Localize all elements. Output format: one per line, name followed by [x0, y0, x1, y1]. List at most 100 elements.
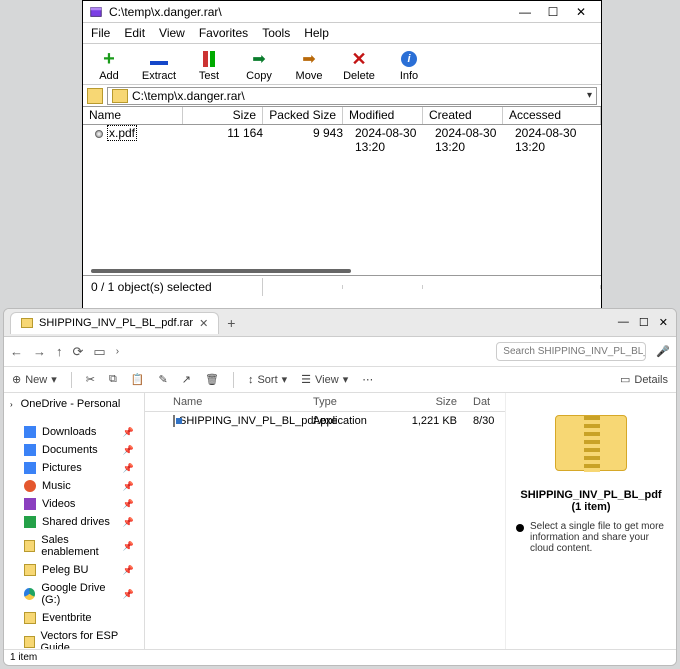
path-text: C:\temp\x.danger.rar\ — [132, 89, 245, 103]
file-size: 1,221 KB — [395, 412, 465, 430]
view-button[interactable]: ☰ View ▾ — [301, 373, 348, 386]
minimize-button[interactable]: — — [618, 316, 629, 329]
minimize-button[interactable]: — — [511, 5, 539, 19]
close-button[interactable]: ✕ — [567, 5, 595, 19]
col-type[interactable]: Type — [305, 393, 395, 411]
col-name[interactable]: Name — [165, 393, 305, 411]
test-icon — [198, 48, 220, 70]
file-row[interactable]: SHIPPING_INV_PL_BL_pdf.exe Application 1… — [145, 412, 505, 430]
chevron-right-icon: › — [10, 400, 13, 409]
menu-tools[interactable]: Tools — [262, 26, 290, 40]
details-title: SHIPPING_INV_PL_BL_pdf (1 item) — [516, 489, 666, 513]
toolbar-extract[interactable]: Extract — [139, 48, 179, 82]
menu-edit[interactable]: Edit — [124, 26, 145, 40]
google-drive-icon — [24, 588, 35, 600]
sidebar-videos[interactable]: Videos📌 — [4, 495, 144, 513]
rename-button[interactable]: ✎ — [159, 373, 168, 386]
details-message: Select a single file to get more informa… — [516, 521, 666, 554]
explorer-tab[interactable]: SHIPPING_INV_PL_BL_pdf.rar ✕ — [10, 312, 219, 334]
col-accessed[interactable]: Accessed — [503, 107, 601, 124]
up-folder-button[interactable] — [87, 88, 103, 104]
col-size[interactable]: Size — [183, 107, 263, 124]
col-packed-size[interactable]: Packed Size — [263, 107, 343, 124]
status-selection: 0 / 1 object(s) selected — [83, 278, 263, 296]
menu-help[interactable]: Help — [304, 26, 329, 40]
col-date[interactable]: Dat — [465, 393, 505, 411]
shared-drive-icon — [24, 516, 36, 528]
file-list[interactable]: x.pdf 11 164 9 943 2024-08-30 13:20 2024… — [83, 125, 601, 275]
chevron-right-icon[interactable]: › — [116, 346, 119, 357]
nav-forward-button[interactable]: → — [33, 344, 46, 359]
status-cell — [343, 285, 423, 289]
status-cell — [423, 285, 601, 289]
details-pane-button[interactable]: ▭ Details — [620, 373, 668, 386]
status-item-count: 1 item — [10, 652, 37, 663]
info-icon: i — [398, 48, 420, 70]
winrar-pathbar: C:\temp\x.danger.rar\ ▾ — [83, 85, 601, 107]
toolbar-add[interactable]: +Add — [89, 48, 129, 82]
sidebar-eventbrite[interactable]: Eventbrite — [4, 609, 144, 627]
toolbar-delete[interactable]: ✕Delete — [339, 48, 379, 82]
explorer-statusbar: 1 item — [4, 649, 676, 665]
menu-favorites[interactable]: Favorites — [199, 26, 248, 40]
sidebar-pictures[interactable]: Pictures📌 — [4, 459, 144, 477]
folder-icon — [24, 540, 35, 552]
toolbar-move[interactable]: ➡Move — [289, 48, 329, 82]
maximize-button[interactable]: ☐ — [539, 5, 567, 19]
col-size[interactable]: Size — [395, 393, 465, 411]
search-input[interactable]: Search SHIPPING_INV_PL_BL_pdf… — [496, 342, 646, 361]
chevron-down-icon[interactable]: ▾ — [587, 90, 592, 101]
horizontal-scrollbar[interactable] — [91, 269, 351, 273]
pin-icon: 📌 — [123, 427, 134, 438]
toolbar-test[interactable]: Test — [189, 48, 229, 82]
folder-icon — [112, 89, 128, 103]
sidebar-sales-enablement[interactable]: Sales enablement📌 — [4, 531, 144, 561]
col-name[interactable]: Name — [83, 107, 183, 124]
maximize-button[interactable]: ☐ — [639, 316, 649, 329]
sidebar-peleg-bu[interactable]: Peleg BU📌 — [4, 561, 144, 579]
new-button[interactable]: ⊕ New ▾ — [12, 373, 57, 386]
sidebar-documents[interactable]: Documents📌 — [4, 441, 144, 459]
file-accessed: 2024-08-30 13:20 — [509, 126, 595, 154]
path-combobox[interactable]: C:\temp\x.danger.rar\ ▾ — [107, 87, 597, 105]
toolbar-info[interactable]: iInfo — [389, 48, 429, 82]
search-voice-icon[interactable]: 🎤 — [656, 345, 670, 358]
status-cell — [263, 285, 343, 289]
file-name: x.pdf — [107, 125, 137, 141]
tab-close-icon[interactable]: ✕ — [199, 317, 208, 330]
sidebar-downloads[interactable]: Downloads📌 — [4, 423, 144, 441]
sort-button[interactable]: ↕ Sort ▾ — [248, 373, 287, 386]
toolbar-copy[interactable]: ➡Copy — [239, 48, 279, 82]
explorer-file-list[interactable]: Name Type Size Dat SHIPPING_INV_PL_BL_pd… — [145, 393, 506, 649]
col-created[interactable]: Created — [423, 107, 503, 124]
winrar-titlebar[interactable]: C:\temp\x.danger.rar\ — ☐ ✕ — [83, 1, 601, 23]
file-icon — [95, 130, 103, 138]
nav-refresh-button[interactable]: ⟳ — [73, 344, 84, 360]
delete-button[interactable]: 🗑 — [205, 373, 219, 386]
sidebar-music[interactable]: Music📌 — [4, 477, 144, 495]
nav-back-button[interactable]: ← — [10, 344, 23, 359]
copy-button[interactable]: ⧉ — [109, 373, 117, 386]
explorer-sidebar: › OneDrive - Personal Downloads📌 Documen… — [4, 393, 145, 649]
col-modified[interactable]: Modified — [343, 107, 423, 124]
menu-view[interactable]: View — [159, 26, 185, 40]
nav-up-button[interactable]: ↑ — [56, 344, 63, 359]
more-button[interactable]: ⋯ — [362, 373, 373, 386]
file-modified: 2024-08-30 13:20 — [349, 126, 429, 154]
paste-button[interactable]: 📋 — [131, 373, 145, 386]
sidebar-vectors-esp-guide[interactable]: Vectors for ESP Guide — [4, 627, 144, 649]
download-icon — [24, 426, 36, 438]
cut-button[interactable]: ✂ — [86, 373, 95, 386]
menu-file[interactable]: File — [91, 26, 110, 40]
video-icon — [24, 498, 36, 510]
sidebar-shared-drives[interactable]: Shared drives📌 — [4, 513, 144, 531]
pictures-icon — [24, 462, 36, 474]
sidebar-google-drive[interactable]: Google Drive (G:)📌 — [4, 579, 144, 609]
winrar-toolbar: +Add Extract Test ➡Copy ➡Move ✕Delete iI… — [83, 44, 601, 85]
share-button[interactable]: ↗ — [182, 373, 191, 386]
new-tab-button[interactable]: + — [227, 315, 235, 331]
address-bar-icon[interactable]: ▭ — [93, 344, 105, 360]
close-button[interactable]: ✕ — [659, 316, 668, 329]
file-row[interactable]: x.pdf 11 164 9 943 2024-08-30 13:20 2024… — [83, 125, 601, 155]
sidebar-onedrive[interactable]: › OneDrive - Personal — [4, 395, 144, 413]
